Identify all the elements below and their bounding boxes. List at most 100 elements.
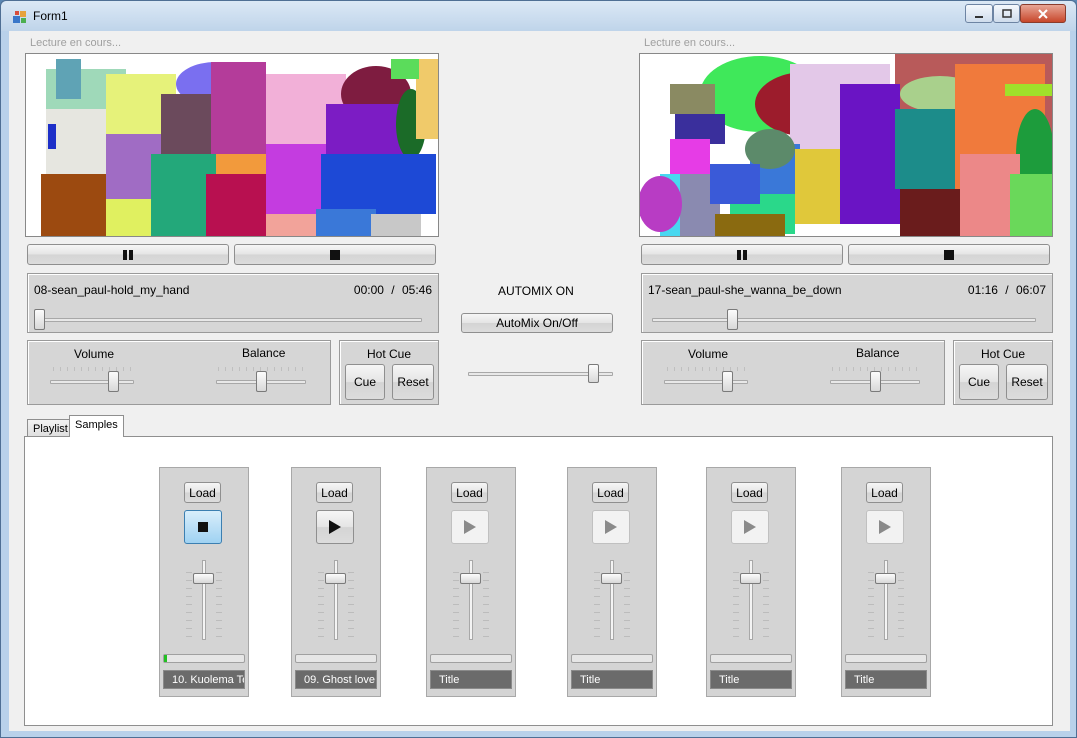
sampler-5-load-button[interactable]: Load [731,482,768,503]
left-hotcue-label: Hot Cue [367,347,412,361]
right-cue-button[interactable]: Cue [959,364,999,400]
left-hotcue-panel: Hot Cue Cue Reset [339,340,439,405]
right-time-separator: / [1005,283,1009,297]
title-bar[interactable]: Form1 [1,1,1076,31]
left-volume-slider[interactable] [50,380,134,384]
maximize-icon [1001,8,1012,18]
maximize-button[interactable] [993,4,1020,23]
sampler-3-progress [430,654,512,663]
sampler-6-play-button[interactable] [866,510,904,544]
right-balance-label: Balance [856,346,900,360]
sampler-3: Load Title [426,467,516,697]
right-track-panel: 17-sean_paul-she_wanna_be_down 01:16 / 0… [641,273,1053,333]
right-seek-thumb[interactable] [726,309,738,330]
left-volume-label: Volume [74,347,115,361]
sampler-4-progress [571,654,653,663]
sampler-3-title: Title [430,670,512,689]
sampler-5-play-button[interactable] [731,510,769,544]
left-stop-button[interactable] [234,244,436,265]
app-icon [13,11,26,23]
sampler-5-volume-thumb[interactable] [740,572,761,584]
pause-icon [737,249,747,260]
play-icon [464,520,476,534]
left-track-name: 08-sean_paul-hold_my_hand [34,283,190,297]
left-balance-thumb[interactable] [256,371,267,392]
sampler-1-title: 10. Kuolema Te [163,670,245,689]
sampler-6-title: Title [845,670,927,689]
app-window: Form1 Lecture en cours... 08-sean_paul-h… [0,0,1077,738]
sampler-3-load-button[interactable]: Load [451,482,488,503]
minimize-button[interactable] [965,4,993,23]
sampler-2-progress [295,654,377,663]
right-mixer-panel: Volume Balance [641,340,945,405]
sampler-6-volume-thumb[interactable] [875,572,896,584]
play-icon [605,520,617,534]
window-title: Form1 [33,9,68,23]
left-seek-thumb[interactable] [34,309,45,330]
sampler-1-volume-thumb[interactable] [193,572,214,584]
sampler-5-title: Title [710,670,792,689]
sampler-2-play-button[interactable] [316,510,354,544]
right-reset-button[interactable]: Reset [1006,364,1048,400]
crossfader-thumb[interactable] [588,364,599,383]
left-mixer-panel: Volume Balance [27,340,331,405]
sampler-6-load-button[interactable]: Load [866,482,903,503]
right-time-current: 01:16 [967,283,998,297]
left-reset-button[interactable]: Reset [392,364,434,400]
left-track-time: 00:00 / 05:46 [354,283,432,297]
sampler-1-stop-button[interactable] [184,510,222,544]
left-deck-status: Lecture en cours... [30,37,122,49]
left-pause-button[interactable] [27,244,229,265]
right-seek-track[interactable] [652,318,1036,322]
right-hotcue-label: Hot Cue [981,347,1026,361]
sampler-6-progress [845,654,927,663]
right-volume-slider[interactable] [664,380,748,384]
right-balance-thumb[interactable] [870,371,881,392]
minimize-icon [975,15,983,18]
play-icon [744,520,756,534]
right-time-total: 06:07 [1015,283,1046,297]
sampler-4-play-button[interactable] [592,510,630,544]
sampler-3-play-button[interactable] [451,510,489,544]
sampler-1-load-button[interactable]: Load [184,482,221,503]
sampler-3-volume-thumb[interactable] [460,572,481,584]
stop-icon [198,522,208,532]
left-balance-label: Balance [242,346,286,360]
sampler-1-progress-fill [164,655,168,662]
sampler-4: Load Title [567,467,657,697]
sampler-5-progress [710,654,792,663]
left-cue-button[interactable]: Cue [345,364,385,400]
right-volume-thumb[interactable] [722,371,734,392]
left-volume-thumb[interactable] [108,371,120,392]
right-hotcue-panel: Hot Cue Cue Reset [953,340,1053,405]
right-track-name: 17-sean_paul-she_wanna_be_down [648,283,842,297]
right-track-time: 01:16 / 06:07 [968,283,1046,297]
tab-playlist[interactable]: Playlist [27,419,74,437]
right-stop-button[interactable] [848,244,1050,265]
sampler-2-load-button[interactable]: Load [316,482,353,503]
close-icon [1038,8,1048,19]
sampler-4-volume-thumb[interactable] [601,572,622,584]
sampler-2: Load 09. Ghost love [291,467,381,697]
sampler-5: Load Title [706,467,796,697]
pause-icon [123,249,133,260]
sampler-1: Load 10. Kuolema Te [159,467,249,697]
left-visualizer-graphic [41,59,438,236]
left-volume-ticks [53,367,133,371]
close-button[interactable] [1020,4,1066,23]
sampler-1-progress [163,654,245,663]
left-time-total: 05:46 [401,283,432,297]
right-deck-status: Lecture en cours... [644,37,736,49]
tab-samples[interactable]: Samples [69,415,124,437]
form-client-area: Lecture en cours... 08-sean_paul-hold_my… [9,31,1070,731]
stop-icon [330,249,340,260]
right-pause-button[interactable] [641,244,843,265]
left-seek-track[interactable] [38,318,422,322]
automix-toggle-button[interactable]: AutoMix On/Off [461,313,613,333]
left-track-panel: 08-sean_paul-hold_my_hand 00:00 / 05:46 [27,273,439,333]
sampler-2-volume-thumb[interactable] [325,572,346,584]
left-deck-visualizer [25,53,439,237]
left-time-separator: / [391,283,395,297]
right-volume-ticks [667,367,747,371]
sampler-4-load-button[interactable]: Load [592,482,629,503]
